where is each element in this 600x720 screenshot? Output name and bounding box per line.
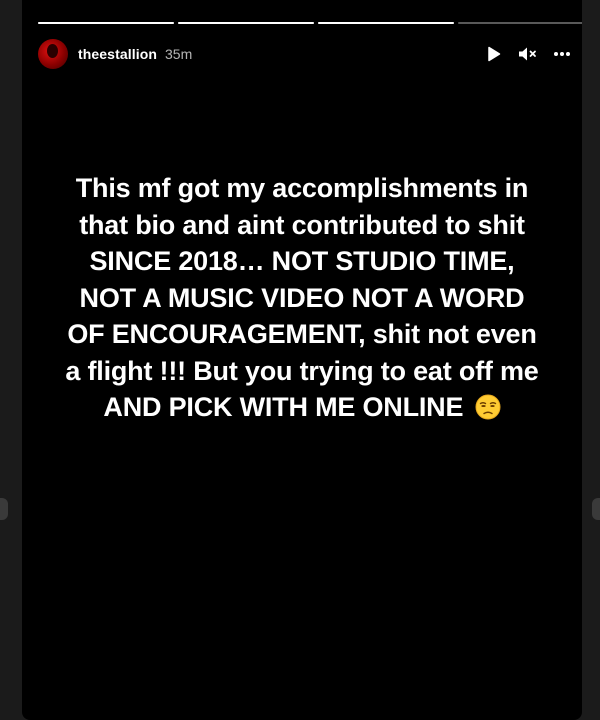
play-button[interactable] bbox=[484, 44, 504, 64]
story-card[interactable]: theestallion 35m This mf got my accompli… bbox=[22, 0, 582, 720]
mute-icon bbox=[519, 47, 536, 61]
progress-fill bbox=[178, 22, 314, 24]
unamused-face-emoji bbox=[475, 394, 501, 420]
story-text-block: This mf got my accomplishments in that b… bbox=[62, 170, 542, 426]
play-icon bbox=[488, 46, 501, 62]
previous-story-arrow[interactable] bbox=[0, 498, 8, 520]
story-header: theestallion 35m bbox=[38, 38, 572, 70]
mute-button[interactable] bbox=[518, 44, 538, 64]
next-story-arrow[interactable] bbox=[592, 498, 600, 520]
story-text: This mf got my accomplishments in that b… bbox=[65, 173, 539, 422]
story-controls bbox=[484, 44, 572, 64]
avatar[interactable] bbox=[38, 39, 68, 69]
progress-segment bbox=[318, 22, 454, 24]
progress-segment bbox=[38, 22, 174, 24]
progress-fill bbox=[318, 22, 454, 24]
story-progress-bar bbox=[38, 22, 582, 24]
more-button[interactable] bbox=[552, 44, 572, 64]
username[interactable]: theestallion bbox=[78, 46, 157, 62]
more-icon bbox=[554, 52, 570, 56]
progress-segment bbox=[178, 22, 314, 24]
progress-fill bbox=[38, 22, 174, 24]
progress-segment bbox=[458, 22, 582, 24]
timestamp: 35m bbox=[165, 46, 193, 62]
